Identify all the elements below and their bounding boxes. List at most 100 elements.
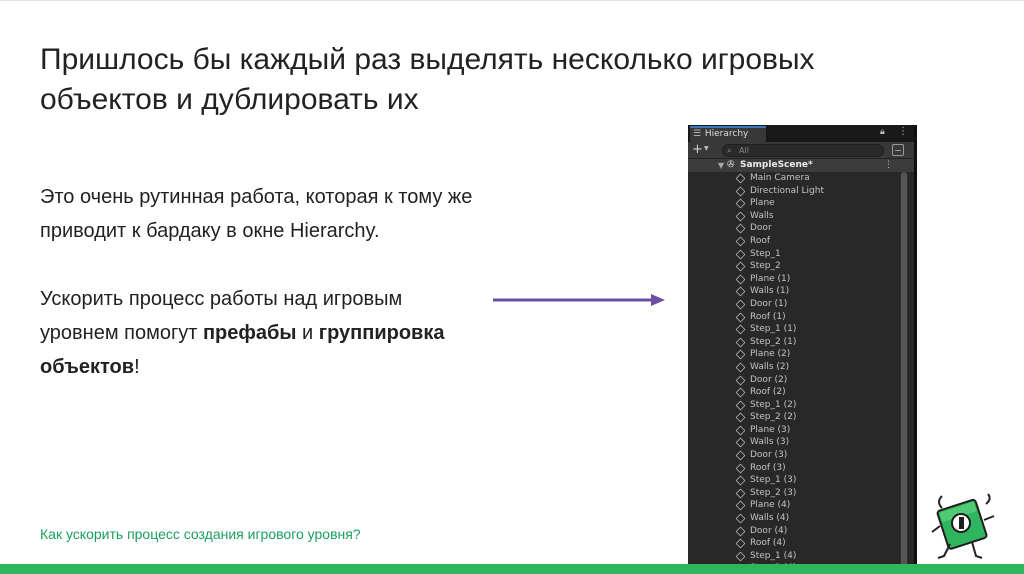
hierarchy-tab-bar: ☰ Hierarchy 🔒︎ ⋮ xyxy=(688,125,914,142)
hierarchy-item[interactable]: Step_1 (4) xyxy=(688,550,902,563)
panel-edge xyxy=(914,125,917,574)
hierarchy-item[interactable]: Roof (3) xyxy=(688,462,902,475)
hierarchy-item[interactable]: Step_1 (1) xyxy=(688,323,902,336)
hierarchy-item[interactable]: Door (2) xyxy=(688,374,902,387)
body-text: Это очень рутинная работа, которая к том… xyxy=(40,180,480,384)
cube-icon xyxy=(735,274,746,285)
cube-icon xyxy=(735,261,746,272)
cube-icon xyxy=(735,488,746,499)
hierarchy-item[interactable]: Plane xyxy=(688,197,902,210)
hierarchy-item-label: Step_2 (1) xyxy=(750,336,797,347)
hierarchy-item-label: Roof (4) xyxy=(750,538,786,549)
hierarchy-item[interactable]: Walls xyxy=(688,210,902,223)
hierarchy-item[interactable]: Directional Light xyxy=(688,185,902,198)
hierarchy-item-label: Plane xyxy=(750,198,775,209)
hierarchy-item[interactable]: Main Camera xyxy=(688,172,902,185)
hierarchy-item-label: Main Camera xyxy=(750,173,810,183)
hierarchy-item[interactable]: Walls (2) xyxy=(688,361,902,374)
hierarchy-panel: ☰ Hierarchy 🔒︎ ⋮ + ▼ ⌕ All ▼ ✇ SampleSce… xyxy=(688,125,914,574)
hierarchy-item[interactable]: Step_2 (3) xyxy=(688,487,902,500)
cube-icon xyxy=(735,286,746,297)
hierarchy-item[interactable]: Walls (1) xyxy=(688,285,902,298)
cube-icon xyxy=(735,438,746,448)
hierarchy-item[interactable]: Step_2 (1) xyxy=(688,336,902,349)
hierarchy-item-label: Plane (3) xyxy=(750,424,791,435)
cube-icon xyxy=(735,538,746,549)
cube-icon xyxy=(735,337,746,348)
cube-icon xyxy=(735,299,746,310)
hierarchy-item[interactable]: Step_1 (3) xyxy=(688,474,902,487)
hierarchy-object-list: Main Camera Directional Light Plane Walls Do… xyxy=(688,172,902,574)
hierarchy-item[interactable]: Roof (1) xyxy=(688,311,902,324)
chevron-down-icon[interactable]: ▼ xyxy=(718,159,724,172)
cube-icon xyxy=(735,551,746,562)
footer-bar xyxy=(0,564,1024,574)
footer-link[interactable]: Как ускорить процесс создания игрового у… xyxy=(40,526,361,542)
search-icon: ⌕ xyxy=(727,146,732,155)
hierarchy-item[interactable]: Walls (4) xyxy=(688,512,902,525)
paragraph-speedup: Ускорить процесс работы над игровым уров… xyxy=(40,282,480,384)
hierarchy-item[interactable]: Plane (2) xyxy=(688,348,902,361)
hierarchy-item-label: Step_1 (3) xyxy=(750,475,797,486)
hierarchy-item-label: Step_2 xyxy=(750,261,781,272)
arrow-right-icon xyxy=(493,294,665,306)
prefabs-term: префабы xyxy=(202,322,297,344)
cube-icon xyxy=(735,526,746,537)
filter-icon[interactable] xyxy=(892,144,904,156)
search-placeholder: All xyxy=(739,146,749,155)
cube-icon xyxy=(735,375,746,385)
hierarchy-item[interactable]: Plane (3) xyxy=(688,424,902,437)
cube-icon xyxy=(735,223,746,234)
hierarchy-item[interactable]: Roof xyxy=(688,235,902,248)
hierarchy-item-label: Roof (2) xyxy=(750,387,786,398)
hierarchy-item[interactable]: Walls (3) xyxy=(688,436,902,449)
scene-row[interactable]: ▼ ✇ SampleScene* ⋮ xyxy=(688,159,914,172)
hierarchy-item[interactable]: Door (1) xyxy=(688,298,902,311)
lock-icon[interactable]: 🔒︎ xyxy=(880,127,885,137)
paragraph-speedup-suffix: ! xyxy=(134,356,140,378)
cube-icon xyxy=(735,349,746,360)
paragraph-routine: Это очень рутинная работа, которая к том… xyxy=(40,186,473,242)
hierarchy-item[interactable]: Door (4) xyxy=(688,525,902,538)
chevron-down-icon[interactable]: ▼ xyxy=(704,145,709,152)
top-divider xyxy=(0,0,1024,1)
hierarchy-item[interactable]: Plane (4) xyxy=(688,499,902,512)
more-options-icon[interactable]: ⋮ xyxy=(884,159,893,172)
cube-icon xyxy=(735,387,746,398)
hierarchy-item-label: Step_2 (2) xyxy=(750,412,797,423)
hierarchy-item-label: Step_1 xyxy=(750,248,781,259)
search-input[interactable]: ⌕ All xyxy=(722,144,884,157)
add-button[interactable]: + xyxy=(692,142,703,158)
hierarchy-item-label: Walls (1) xyxy=(750,286,790,297)
cube-icon xyxy=(735,211,746,222)
tab-hierarchy[interactable]: ☰ Hierarchy xyxy=(690,126,766,142)
hierarchy-item-label: Directional Light xyxy=(750,185,824,196)
hierarchy-item-label: Step_1 (4) xyxy=(750,550,797,561)
hierarchy-item-label: Walls (2) xyxy=(750,361,790,372)
hierarchy-item[interactable]: Door (3) xyxy=(688,449,902,462)
hierarchy-item[interactable]: Step_1 (2) xyxy=(688,399,902,412)
tab-hierarchy-label: Hierarchy xyxy=(704,129,749,139)
scrollbar-thumb[interactable] xyxy=(901,172,907,574)
hierarchy-item[interactable]: Step_1 xyxy=(688,248,902,261)
more-options-icon[interactable]: ⋮ xyxy=(898,126,908,137)
hierarchy-item[interactable]: Step_2 xyxy=(688,260,902,273)
hierarchy-item[interactable]: Step_2 (2) xyxy=(688,411,902,424)
hierarchy-item[interactable]: Roof (2) xyxy=(688,386,902,399)
cube-icon xyxy=(735,362,746,373)
hierarchy-item[interactable]: Plane (1) xyxy=(688,273,902,286)
hierarchy-item-label: Plane (4) xyxy=(750,500,791,511)
cube-icon xyxy=(735,513,746,524)
scene-name: SampleScene* xyxy=(740,160,813,170)
hierarchy-item-label: Step_1 (2) xyxy=(750,399,797,410)
hierarchy-item-label: Door (3) xyxy=(750,450,788,461)
hierarchy-item-label: Roof (1) xyxy=(750,311,786,322)
hierarchy-item[interactable]: Roof (4) xyxy=(688,537,902,550)
hierarchy-item-label: Walls xyxy=(750,210,774,221)
hierarchy-item[interactable]: Door xyxy=(688,222,902,235)
hierarchy-item-label: Door (1) xyxy=(750,298,788,309)
unity-scene-icon: ✇ xyxy=(727,160,735,170)
hierarchy-toolbar: + ▼ ⌕ All xyxy=(688,142,914,159)
cube-icon xyxy=(735,312,746,322)
